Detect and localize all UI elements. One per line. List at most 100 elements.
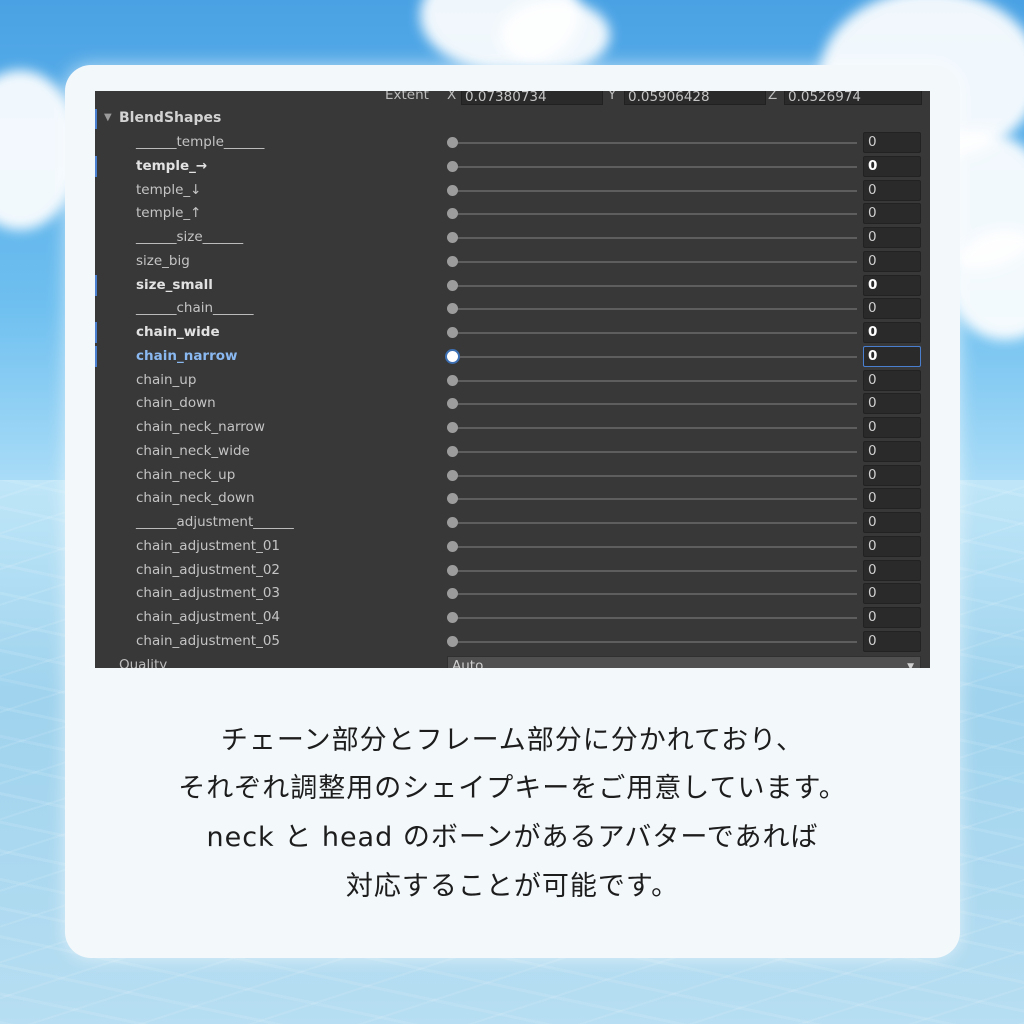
- blendshape-value-field[interactable]: 0: [863, 559, 921, 581]
- blendshape-value-field[interactable]: 0: [863, 393, 921, 415]
- slider-handle[interactable]: [447, 445, 458, 457]
- caption-line-4: 対応することが可能です。: [345, 871, 680, 902]
- blendshape-label: temple_↑: [136, 205, 202, 222]
- blendshape-row: size_small 0: [95, 274, 930, 298]
- blendshape-value-field[interactable]: 0: [863, 132, 921, 153]
- slider-handle[interactable]: [447, 493, 458, 505]
- slider-track[interactable]: [452, 403, 857, 406]
- blendshape-value-field[interactable]: 0: [863, 583, 921, 605]
- extent-z-label: Z: [768, 91, 778, 103]
- blendshape-row: temple_↓ 0: [95, 179, 930, 203]
- slider-track[interactable]: [452, 640, 857, 643]
- slider-track[interactable]: [452, 260, 857, 263]
- slider-handle[interactable]: [447, 184, 458, 196]
- quality-dropdown[interactable]: Auto ▼: [447, 656, 921, 668]
- blendshape-value-field[interactable]: 0: [863, 179, 921, 201]
- slider-handle[interactable]: [447, 422, 458, 433]
- slider-handle[interactable]: [447, 208, 458, 220]
- blendshape-value-field[interactable]: 0: [863, 488, 921, 510]
- blendshape-row: size_big 0: [95, 250, 930, 274]
- slider-handle[interactable]: [447, 374, 458, 386]
- blendshape-row: chain_neck_narrow 0: [95, 416, 930, 440]
- slider-track[interactable]: [452, 332, 857, 334]
- extent-z-field[interactable]: 0.0526974: [784, 91, 922, 105]
- blendshape-value-field[interactable]: 0: [863, 607, 921, 628]
- slider-track[interactable]: [452, 284, 857, 287]
- blendshape-value-field[interactable]: 0: [863, 298, 921, 320]
- blendshape-label: temple_↓: [136, 181, 202, 198]
- override-marker: [95, 345, 97, 367]
- slider-handle[interactable]: [447, 540, 458, 552]
- blendshape-label: chain_adjustment_02: [136, 561, 281, 578]
- slider-track[interactable]: [452, 308, 857, 311]
- slider-handle[interactable]: [447, 137, 458, 148]
- slider-track[interactable]: [452, 189, 857, 192]
- extent-label: Extent: [385, 91, 429, 103]
- slider-handle[interactable]: [447, 635, 458, 647]
- blendshape-row: chain_adjustment_04 0: [95, 606, 930, 630]
- slider-handle[interactable]: [447, 588, 458, 600]
- slider-track[interactable]: [452, 427, 857, 429]
- blendshape-value-field[interactable]: 0: [863, 274, 921, 296]
- slider-handle[interactable]: [447, 160, 458, 172]
- blendshape-row: ______adjustment______ 0: [95, 511, 930, 535]
- slider-track[interactable]: [452, 545, 857, 548]
- blendshape-label: chain_wide: [136, 324, 220, 340]
- blendshape-value-field[interactable]: 0: [863, 535, 921, 557]
- slider-track[interactable]: [452, 355, 857, 358]
- blendshape-value-field[interactable]: 0: [863, 345, 921, 367]
- blendshape-label: chain_neck_narrow: [136, 419, 265, 435]
- slider-track[interactable]: [452, 593, 857, 596]
- slider-handle[interactable]: [447, 564, 458, 576]
- slider-track[interactable]: [452, 142, 857, 144]
- blendshape-value-field[interactable]: 0: [863, 512, 921, 533]
- slider-track[interactable]: [452, 569, 857, 572]
- extent-y-field[interactable]: 0.05906428: [624, 91, 766, 105]
- slider-handle[interactable]: [447, 469, 458, 481]
- slider-track[interactable]: [452, 498, 857, 501]
- blendshape-label: chain_adjustment_03: [136, 585, 281, 602]
- slider-handle[interactable]: [447, 279, 458, 291]
- blendshape-row: chain_neck_down 0: [95, 487, 930, 511]
- blendshape-value-field[interactable]: 0: [863, 155, 921, 177]
- quality-value: Auto: [452, 658, 484, 668]
- slider-track[interactable]: [452, 522, 857, 524]
- blendshape-value-field[interactable]: 0: [863, 369, 921, 391]
- triangle-down-icon[interactable]: ▼: [104, 112, 112, 123]
- blendshape-value-field[interactable]: 0: [863, 322, 921, 343]
- blendshape-row: chain_adjustment_03 0: [95, 582, 930, 606]
- blendshape-value-field[interactable]: 0: [863, 227, 921, 248]
- blendshape-value-field[interactable]: 0: [863, 464, 921, 486]
- blendshape-label: chain_adjustment_04: [136, 609, 281, 625]
- slider-handle[interactable]: [445, 348, 460, 364]
- slider-track[interactable]: [452, 379, 857, 382]
- extent-x-field[interactable]: 0.07380734: [461, 91, 603, 105]
- blendshape-value-field[interactable]: 0: [863, 630, 921, 652]
- blendshape-label: chain_neck_wide: [136, 442, 250, 459]
- blendshape-value-field[interactable]: 0: [863, 250, 921, 272]
- slider-track[interactable]: [452, 165, 857, 168]
- caption-line-3: neck と head のボーンがあるアバターであれば: [206, 822, 819, 853]
- slider-handle[interactable]: [447, 303, 458, 315]
- slider-handle[interactable]: [447, 517, 458, 528]
- slider-track[interactable]: [452, 450, 857, 453]
- slider-track[interactable]: [452, 474, 857, 477]
- extent-y-label: Y: [608, 91, 617, 103]
- slider-handle[interactable]: [447, 327, 458, 338]
- slider-track[interactable]: [452, 213, 857, 216]
- blendshape-label: size_big: [136, 252, 190, 269]
- slider-track[interactable]: [452, 617, 857, 619]
- slider-handle[interactable]: [447, 232, 458, 243]
- slider-track[interactable]: [452, 237, 857, 239]
- extent-x-label: X: [447, 91, 457, 103]
- blendshape-label: size_small: [136, 276, 213, 293]
- blendshape-value-field[interactable]: 0: [863, 440, 921, 462]
- slider-handle[interactable]: [447, 255, 458, 267]
- slider-handle[interactable]: [447, 398, 458, 410]
- blendshape-value-field[interactable]: 0: [863, 417, 921, 438]
- slider-handle[interactable]: [447, 612, 458, 623]
- blendshape-value-field[interactable]: 0: [863, 203, 921, 225]
- quality-label: Quality: [119, 657, 168, 668]
- blendshapes-foldout[interactable]: ▼ BlendShapes: [95, 109, 930, 129]
- blendshape-row: chain_adjustment_01 0: [95, 535, 930, 559]
